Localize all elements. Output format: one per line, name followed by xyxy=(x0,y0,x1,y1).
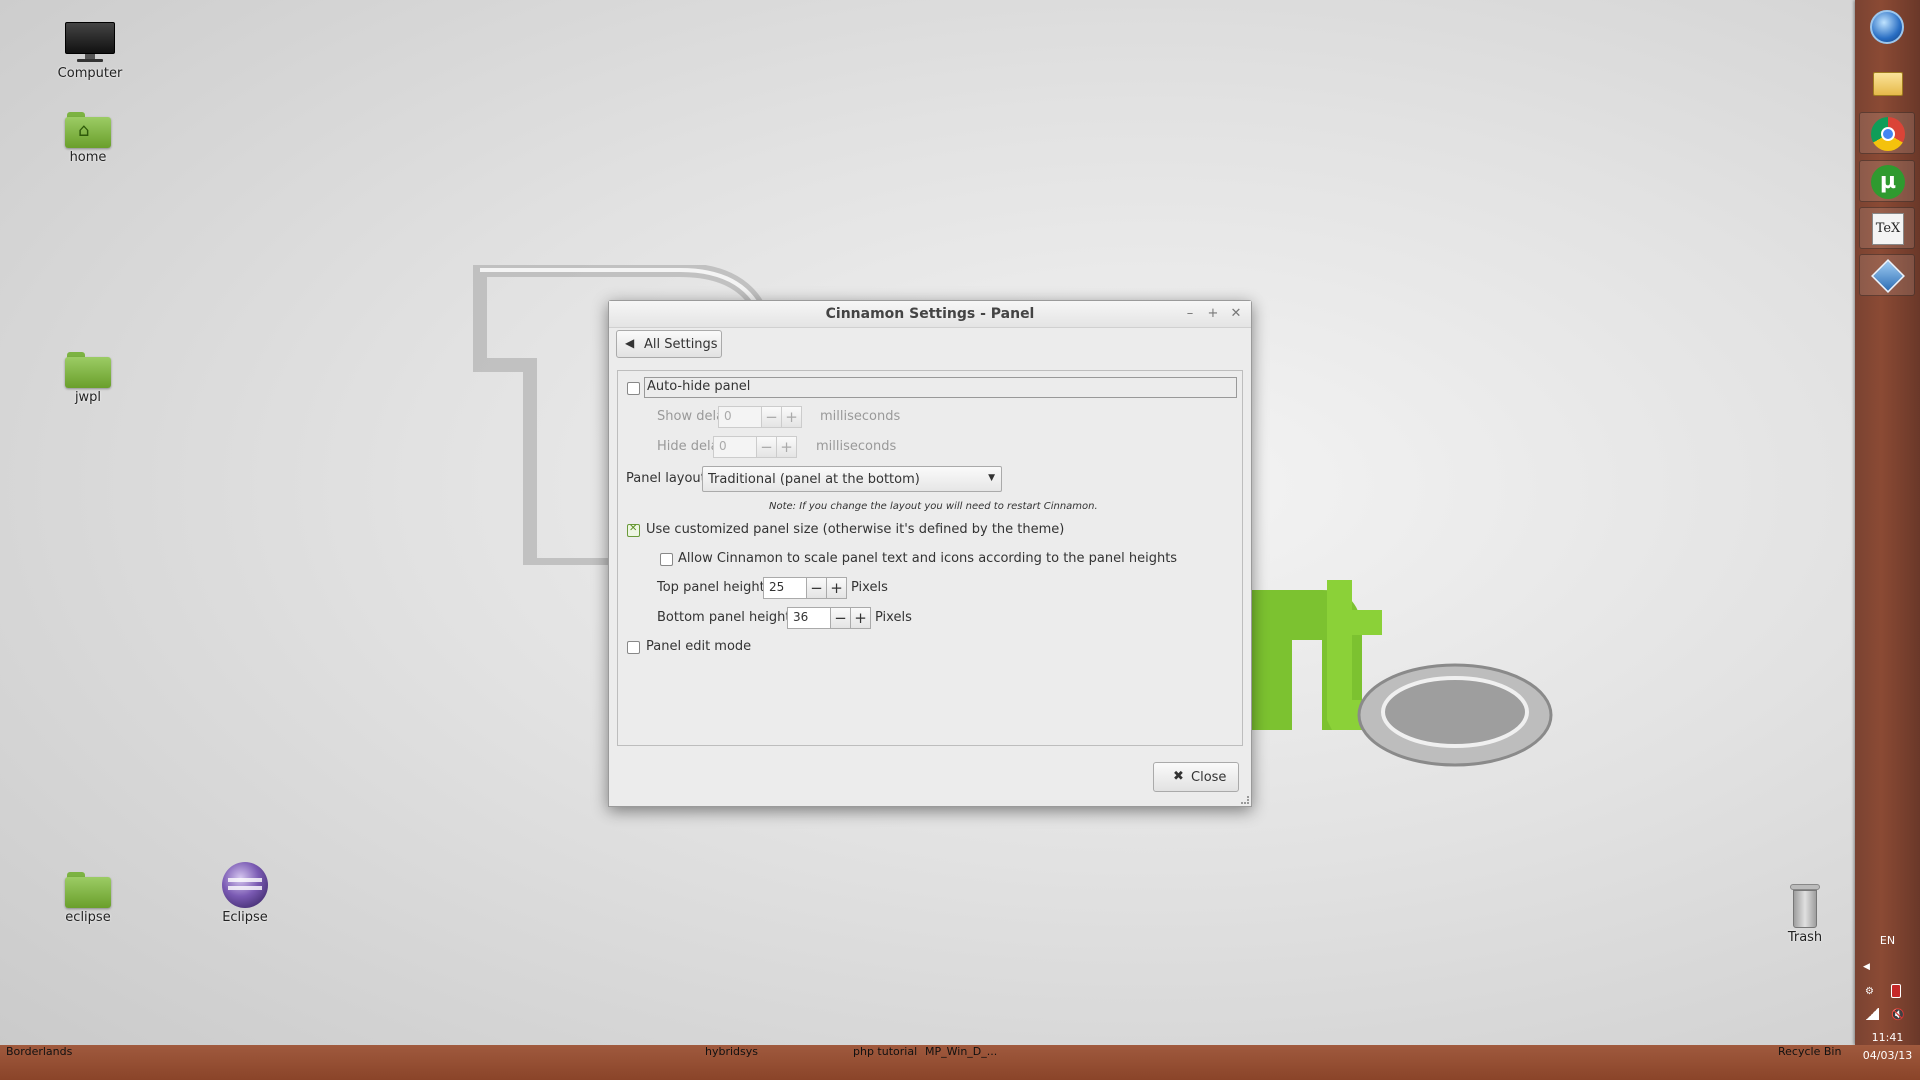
bottom-panel-height-spinner[interactable]: 36 − + xyxy=(787,607,873,629)
maximize-button[interactable]: + xyxy=(1204,305,1222,323)
trash-icon xyxy=(1790,884,1820,928)
scale-panel-label: Allow Cinnamon to scale panel text and i… xyxy=(678,551,1178,566)
utorrent-icon: µ xyxy=(1871,165,1905,199)
desktop-icon-eclipse-launcher[interactable]: Eclipse xyxy=(200,862,290,925)
tray-notification-icon[interactable] xyxy=(1891,984,1901,998)
tray-volume-muted-icon[interactable]: 🔇 xyxy=(1891,1008,1905,1021)
clock-time[interactable]: 11:41 xyxy=(1855,1031,1920,1044)
desktop-icon-trash[interactable]: Trash xyxy=(1760,884,1850,945)
dock-utorrent[interactable]: µ xyxy=(1859,160,1915,202)
taskbar-item[interactable]: php tutorial xyxy=(853,1045,917,1058)
close-x-icon: ✖ xyxy=(1173,769,1184,784)
close-button[interactable]: ✖ Close xyxy=(1153,762,1239,792)
cinnamon-settings-dialog: Cinnamon Settings - Panel – + ✕ ◀ All Se… xyxy=(608,300,1252,807)
taskbar-item[interactable]: hybridsys xyxy=(705,1045,758,1058)
desktop-icon-home[interactable]: ⌂ home xyxy=(43,112,133,165)
all-settings-label: All Settings xyxy=(644,337,718,352)
desktop-icon-label: jwpl xyxy=(74,390,102,405)
bottom-panel-height-input[interactable]: 36 xyxy=(787,607,831,629)
desktop-icon-label: Trash xyxy=(1787,930,1823,945)
tray-expand-arrow-icon[interactable]: ◀ xyxy=(1863,962,1870,972)
dock-tex-editor[interactable]: TeX xyxy=(1859,207,1915,249)
desktop-icon-label: Computer xyxy=(57,66,123,81)
dialog-title: Cinnamon Settings - Panel xyxy=(825,306,1035,322)
back-arrow-icon: ◀ xyxy=(625,336,635,350)
bottom-panel-height-unit: Pixels xyxy=(875,610,912,625)
taskbar-item[interactable]: Recycle Bin xyxy=(1778,1045,1841,1058)
panel-edit-mode-checkbox[interactable] xyxy=(627,641,640,654)
bottom-taskbar: Borderlands hybridsys php tutorial MP_Wi… xyxy=(0,1045,1920,1080)
folder-icon xyxy=(65,872,111,908)
folder-icon xyxy=(65,352,111,388)
autohide-label: Auto-hide panel xyxy=(647,379,751,394)
close-button-label: Close xyxy=(1191,770,1227,785)
bottom-panel-height-decrement-button[interactable]: − xyxy=(830,607,851,629)
show-delay-decrement-button[interactable]: − xyxy=(761,406,782,428)
desktop-icon-label: Eclipse xyxy=(222,910,268,925)
panel-layout-dropdown[interactable]: Traditional (panel at the bottom) ▼ xyxy=(702,466,1002,492)
top-panel-height-spinner[interactable]: 25 − + xyxy=(763,577,849,599)
top-panel-height-decrement-button[interactable]: − xyxy=(806,577,827,599)
eclipse-icon xyxy=(222,862,268,908)
minimize-button[interactable]: – xyxy=(1181,305,1199,323)
top-panel-height-input[interactable]: 25 xyxy=(763,577,807,599)
layout-restart-note: Note: If you change the layout you will … xyxy=(769,501,1098,512)
show-delay-unit: milliseconds xyxy=(820,409,901,424)
desktop-icon-computer[interactable]: Computer xyxy=(45,22,135,81)
hide-delay-decrement-button[interactable]: − xyxy=(756,436,777,458)
show-delay-increment-button[interactable]: + xyxy=(781,406,802,428)
show-delay-spinner[interactable]: 0 − + xyxy=(718,406,804,428)
top-panel-height-label: Top panel height xyxy=(657,580,765,595)
right-dock-panel: µ TeX EN ◀ ⚙ 🔇 11:41 xyxy=(1855,0,1920,1045)
panel-layout-label: Panel layout xyxy=(626,471,706,486)
home-folder-icon: ⌂ xyxy=(65,112,111,148)
desktop-icon-jwpl[interactable]: jwpl xyxy=(43,352,133,405)
hide-delay-input[interactable]: 0 xyxy=(713,436,757,458)
custom-panel-size-label: Use customized panel size (otherwise it'… xyxy=(646,522,1065,537)
taskbar-item[interactable]: MP_Win_D_... xyxy=(925,1045,997,1058)
window-close-button[interactable]: ✕ xyxy=(1227,305,1245,323)
tray-signal-icon[interactable] xyxy=(1865,1008,1879,1020)
panel-settings-content: Auto-hide panel Show delay 0 − + millise… xyxy=(617,370,1243,746)
dock-file-manager[interactable] xyxy=(1859,64,1915,106)
desktop-icon-label: eclipse xyxy=(65,910,111,925)
file-manager-icon xyxy=(1873,72,1903,96)
clock-date[interactable]: 04/03/13 xyxy=(1855,1049,1920,1062)
mint-badge-graphic xyxy=(1357,663,1553,767)
hide-delay-increment-button[interactable]: + xyxy=(776,436,797,458)
dock-start-button[interactable] xyxy=(1859,6,1915,48)
desktop-icon-label: home xyxy=(69,150,107,165)
autohide-checkbox[interactable] xyxy=(627,382,640,395)
hide-delay-unit: milliseconds xyxy=(816,439,897,454)
computer-icon xyxy=(65,22,115,64)
top-panel-height-unit: Pixels xyxy=(851,580,888,595)
custom-panel-size-checkbox[interactable] xyxy=(627,523,640,537)
dock-chrome[interactable] xyxy=(1859,112,1915,154)
panel-edit-mode-label: Panel edit mode xyxy=(646,639,752,654)
chrome-icon xyxy=(1871,117,1905,151)
chevron-down-icon: ▼ xyxy=(988,473,995,483)
dialog-titlebar[interactable]: Cinnamon Settings - Panel – + ✕ xyxy=(609,301,1251,328)
virtualbox-icon xyxy=(1871,259,1905,293)
start-orb-icon xyxy=(1870,10,1904,44)
wallpaper-mint-badge xyxy=(1355,660,1555,770)
show-delay-input[interactable]: 0 xyxy=(718,406,762,428)
desktop-icon-eclipse-folder[interactable]: eclipse xyxy=(43,872,133,925)
scale-panel-checkbox[interactable] xyxy=(660,553,673,566)
panel-layout-selected: Traditional (panel at the bottom) xyxy=(708,472,920,487)
bottom-panel-height-label: Bottom panel height xyxy=(657,610,791,625)
resize-grip[interactable] xyxy=(1241,796,1249,804)
all-settings-button[interactable]: ◀ All Settings xyxy=(616,330,722,358)
taskbar-item[interactable]: Borderlands xyxy=(6,1045,72,1058)
hide-delay-spinner[interactable]: 0 − + xyxy=(713,436,799,458)
keyboard-language-indicator[interactable]: EN xyxy=(1855,934,1920,947)
top-panel-height-increment-button[interactable]: + xyxy=(826,577,847,599)
dock-virtualbox[interactable] xyxy=(1859,254,1915,296)
tray-network-icon[interactable]: ⚙ xyxy=(1865,986,1879,998)
tex-icon: TeX xyxy=(1872,213,1904,245)
bottom-panel-height-increment-button[interactable]: + xyxy=(850,607,871,629)
